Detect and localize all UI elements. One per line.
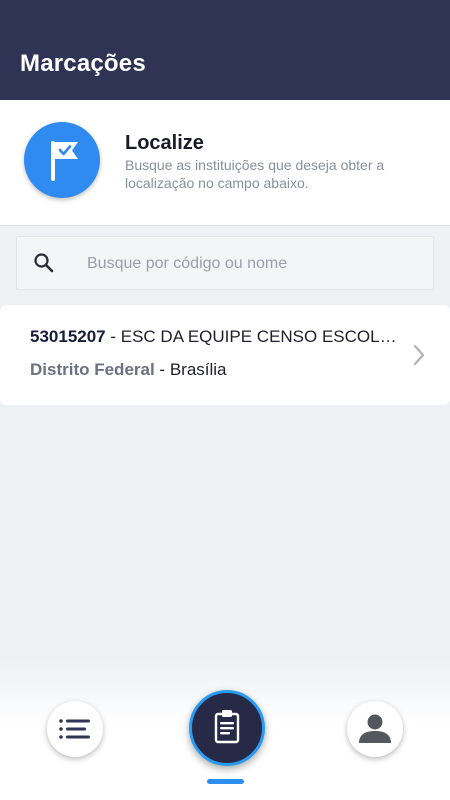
nav-markings-button[interactable] <box>189 690 265 766</box>
app-header: Marcações <box>0 0 450 100</box>
result-title: 53015207 - ESC DA EQUIPE CENSO ESCOLAR <box>30 327 400 347</box>
info-description: Busque as instituições que deseja obter … <box>125 157 385 191</box>
list-item[interactable]: 53015207 - ESC DA EQUIPE CENSO ESCOLAR D… <box>0 305 450 405</box>
institution-state: Distrito Federal <box>30 360 155 379</box>
info-card: Localize Busque as instituições que dese… <box>0 100 450 226</box>
nav-list-button[interactable] <box>47 701 103 757</box>
institution-name: ESC DA EQUIPE CENSO ESCOLAR <box>120 327 400 346</box>
chevron-right-icon <box>412 343 426 372</box>
flag-check-icon <box>24 122 100 198</box>
info-title: Localize <box>125 132 204 154</box>
active-tab-indicator <box>207 779 244 784</box>
page-title: Marcações <box>20 50 146 77</box>
separator: - <box>154 360 170 379</box>
result-location: Distrito Federal - Brasília <box>30 360 227 380</box>
institution-code: 53015207 <box>30 327 106 346</box>
institution-city: Brasília <box>169 360 227 379</box>
search-box[interactable] <box>16 236 434 291</box>
separator: - <box>105 327 121 346</box>
search-input[interactable] <box>85 237 419 291</box>
nav-profile-button[interactable] <box>347 701 403 757</box>
